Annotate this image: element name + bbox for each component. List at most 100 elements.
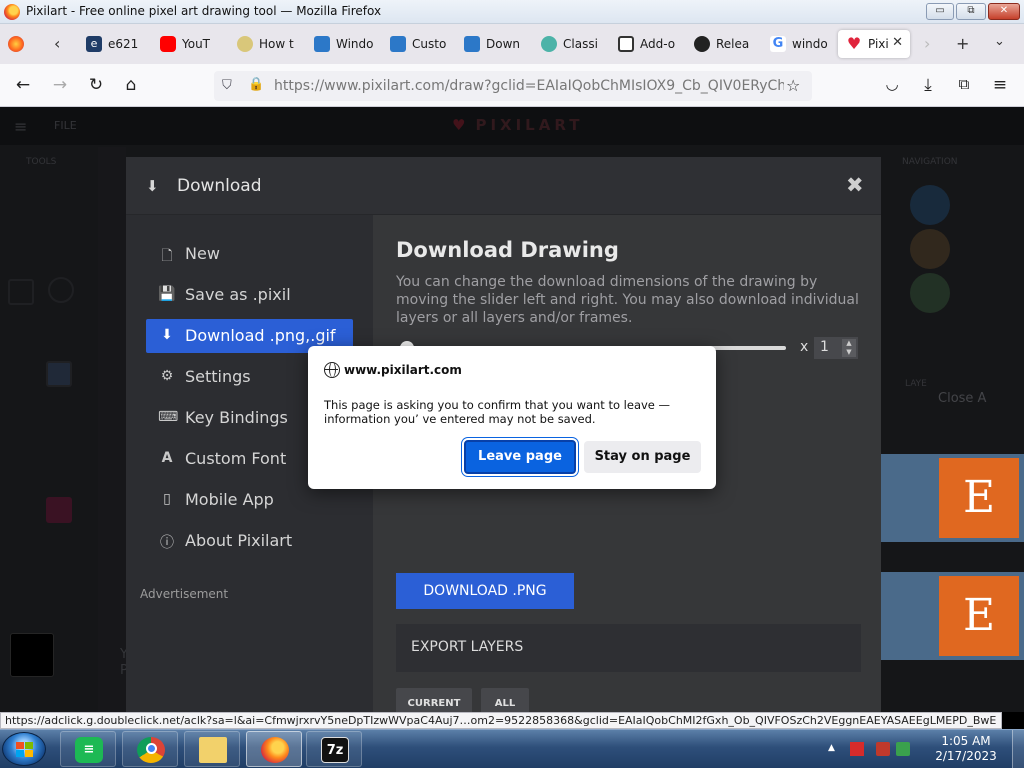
scale-input[interactable]: 1 ▲ ▼ (814, 337, 858, 359)
downloads-icon[interactable]: ⤓ (917, 75, 939, 95)
window-title: Pixilart - Free online pixel art drawing… (26, 4, 382, 18)
pixilart-heart-icon: ♥ (846, 34, 862, 53)
shield-icon[interactable]: ⛉ (222, 78, 232, 93)
tab-github[interactable]: Relea (686, 30, 762, 58)
lock-icon[interactable]: 🔒 (248, 77, 264, 92)
tab-how[interactable]: How t (229, 30, 299, 58)
list-all-tabs-icon[interactable]: ⌄ (994, 34, 1005, 49)
youtube-icon (160, 36, 176, 52)
puzzle-icon (618, 36, 634, 52)
download-modal-header: ⬇ Download ✖ (126, 157, 881, 215)
pocket-icon[interactable]: ◡ (881, 75, 903, 93)
volume-icon[interactable] (898, 741, 912, 755)
7zip-icon: 7z (321, 737, 349, 763)
download-description: You can change the download dimensions o… (396, 274, 859, 326)
firefox-logo-icon (4, 4, 20, 20)
navigation-toolbar: ← → ↻ ⌂ ⛉ 🔒 https://www.pixilart.com/dra… (0, 64, 1024, 107)
new-tab-icon[interactable]: + (956, 34, 969, 53)
action-center-flag-icon[interactable] (850, 742, 864, 756)
taskbar-7zip[interactable]: 7z (306, 731, 362, 767)
restore-button[interactable]: ⧉ (956, 3, 986, 20)
download-png-button[interactable]: DOWNLOAD .PNG (396, 573, 574, 609)
bookmark-star-icon[interactable]: ☆ (786, 76, 800, 95)
tab-e621[interactable]: e e621 (78, 30, 150, 58)
tab-google[interactable]: Gwindo (762, 30, 836, 58)
start-button[interactable] (2, 732, 46, 766)
tray-app-icon[interactable] (876, 742, 890, 756)
taskbar-file-explorer[interactable] (184, 731, 240, 767)
download-modal-title: Download (177, 176, 262, 196)
menu-item-about-pixilart[interactable]: ⓘ About Pixilart (146, 524, 353, 558)
dialog-site: www.pixilart.com (344, 363, 462, 377)
gears-icon: ⚙ (160, 368, 174, 384)
google-icon: G (770, 36, 786, 52)
tab-pixilart[interactable]: ♥ Pixi ✕ (838, 30, 910, 58)
github-icon (694, 36, 710, 52)
menu-item-new[interactable]: 🗋 New (146, 237, 353, 271)
stay-on-page-button[interactable]: Stay on page (584, 441, 701, 473)
font-icon: A (161, 450, 173, 466)
tab-custo[interactable]: Custo (382, 30, 454, 58)
minimize-button[interactable]: ▭ (926, 3, 954, 20)
export-layers-section[interactable]: EXPORT LAYERS (396, 624, 861, 672)
url-text[interactable]: https://www.pixilart.com/draw?gclid=EAIa… (274, 78, 784, 94)
url-bar[interactable]: ⛉ 🔒 https://www.pixilart.com/draw?gclid=… (214, 71, 812, 101)
clock-date: 2/17/2023 (935, 749, 997, 763)
home-icon[interactable]: ⌂ (120, 75, 142, 95)
close-window-button[interactable]: ✕ (988, 3, 1020, 20)
tab-youtube[interactable]: YouT (152, 30, 224, 58)
firefox-icon (261, 737, 289, 763)
forward-icon[interactable]: → (49, 75, 71, 95)
e621-icon: e (86, 36, 102, 52)
leave-page-button[interactable]: Leave page (464, 440, 576, 474)
close-tab-icon[interactable]: ✕ (892, 35, 903, 50)
taskbar-spotify[interactable]: ≡ (60, 731, 116, 767)
tab-down[interactable]: Down (456, 30, 530, 58)
tab-firefox-view[interactable] (0, 30, 42, 58)
scale-multiplier-label: x (800, 339, 809, 355)
tray-overflow-icon[interactable]: ▲ (828, 743, 842, 757)
tab-scroll-left-icon[interactable]: ‹ (54, 34, 60, 53)
system-clock[interactable]: 1:05 AM 2/17/2023 (930, 734, 1002, 764)
tab-add-ons[interactable]: Add-o (610, 30, 686, 58)
file-icon: 🗋 (161, 248, 173, 264)
taskbar-chrome[interactable] (122, 731, 178, 767)
download-icon: ⬇ (146, 177, 159, 195)
show-desktop-button[interactable] (1012, 730, 1024, 768)
dialog-message: This page is asking you to confirm that … (324, 398, 671, 426)
menu-item-save-pixil[interactable]: 💾 Save as .pixil (146, 278, 353, 312)
classic-icon (541, 36, 557, 52)
tab-scroll-right-icon[interactable]: › (924, 34, 930, 53)
download-icon: ⬇ (161, 327, 173, 343)
advertisement-label: Advertisement (140, 587, 229, 601)
folder-icon (199, 737, 227, 763)
download-drawing-heading: Download Drawing (396, 238, 619, 262)
menu-icon[interactable]: ≡ (989, 75, 1011, 95)
ad-e-logo-1: E (939, 458, 1019, 538)
ad-e-logo-2: E (939, 576, 1019, 656)
modal-close-icon[interactable]: ✖ (846, 173, 864, 197)
tab-classi[interactable]: Classi (533, 30, 607, 58)
tab-strip: ‹ e e621 YouT How t Windo Custo Down Clas… (0, 24, 1024, 64)
scale-stepper-icon[interactable]: ▲ ▼ (842, 339, 856, 357)
window-icon (464, 36, 480, 52)
windows-logo-icon (16, 742, 34, 758)
status-link-url: https://adclick.g.doubleclick.net/aclk?s… (0, 712, 1002, 729)
back-icon[interactable]: ← (12, 75, 34, 95)
export-all-button[interactable]: ALL (481, 688, 529, 712)
export-current-button[interactable]: CURRENT (396, 688, 472, 712)
taskbar-firefox[interactable] (246, 731, 302, 767)
tab-windo[interactable]: Windo (306, 30, 378, 58)
globe-icon (324, 362, 340, 378)
ad-tile-1[interactable]: E (879, 454, 1024, 542)
windows-taskbar: ≡ 7z ▲ 1:05 AM 2/17/2023 (0, 729, 1024, 768)
window-title-bar: Pixilart - Free online pixel art drawing… (0, 0, 1024, 24)
reload-icon[interactable]: ↻ (85, 75, 107, 95)
keyboard-icon: ⌨ (158, 409, 179, 425)
extensions-icon[interactable]: ⧉ (953, 75, 975, 93)
spotify-icon: ≡ (75, 737, 103, 763)
window-icon (314, 36, 330, 52)
leave-page-dialog: www.pixilart.com This page is asking you… (308, 346, 716, 489)
mobile-icon: ▯ (163, 491, 171, 507)
ad-tile-2[interactable]: E (879, 572, 1024, 660)
